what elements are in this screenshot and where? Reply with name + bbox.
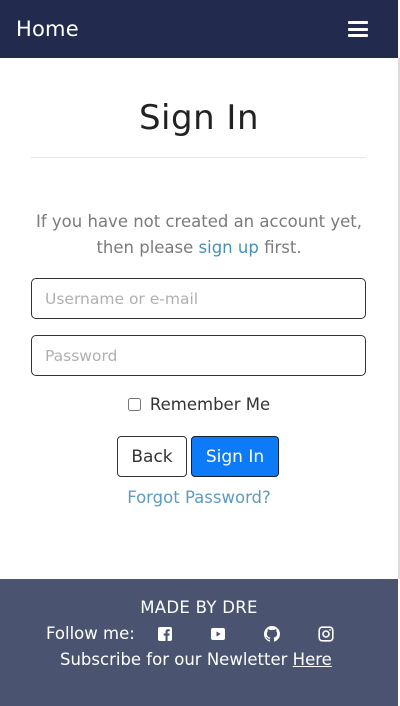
made-by-text: MADE BY DRE (140, 598, 258, 617)
username-input[interactable] (31, 278, 366, 319)
back-button[interactable]: Back (117, 436, 187, 477)
hamburger-bar (348, 27, 368, 31)
password-input[interactable] (31, 335, 366, 376)
remember-me-checkbox[interactable] (127, 398, 141, 411)
newsletter-link[interactable]: Here (293, 650, 332, 669)
top-navbar: Home (0, 0, 398, 58)
remember-me[interactable]: Remember Me (0, 395, 398, 414)
hamburger-bar (348, 21, 368, 24)
remember-me-label: Remember Me (149, 395, 271, 414)
page-title: Sign In (138, 98, 260, 138)
newsletter-text: Subscribe for our Newletter (60, 650, 293, 669)
forgot-password-link[interactable]: Forgot Password? (0, 488, 398, 507)
facebook-icon-graphic (158, 627, 172, 641)
newsletter-prompt: Subscribe for our Newletter Here (60, 650, 332, 669)
home-link[interactable]: Home (16, 17, 79, 41)
hamburger-bar (348, 34, 368, 37)
sign-in-button[interactable]: Sign In (191, 436, 279, 477)
youtube-icon-graphic (211, 628, 225, 640)
signup-link[interactable]: sign up (199, 238, 259, 257)
facebook-icon[interactable] (157, 626, 173, 642)
follow-label: Follow me: (46, 624, 135, 643)
page-footer: MADE BY DRE Follow me: Subscribe for our… (0, 579, 398, 706)
hamburger-menu-icon[interactable] (348, 21, 368, 37)
youtube-icon[interactable] (210, 626, 226, 642)
github-icon-graphic (264, 626, 280, 642)
signup-prompt-after: first. (258, 238, 302, 257)
signup-prompt: If you have not created an account yet, … (20, 209, 378, 261)
github-icon[interactable] (264, 626, 280, 642)
title-divider (31, 157, 366, 158)
instagram-icon[interactable] (318, 626, 334, 642)
instagram-icon-graphic (318, 626, 334, 642)
